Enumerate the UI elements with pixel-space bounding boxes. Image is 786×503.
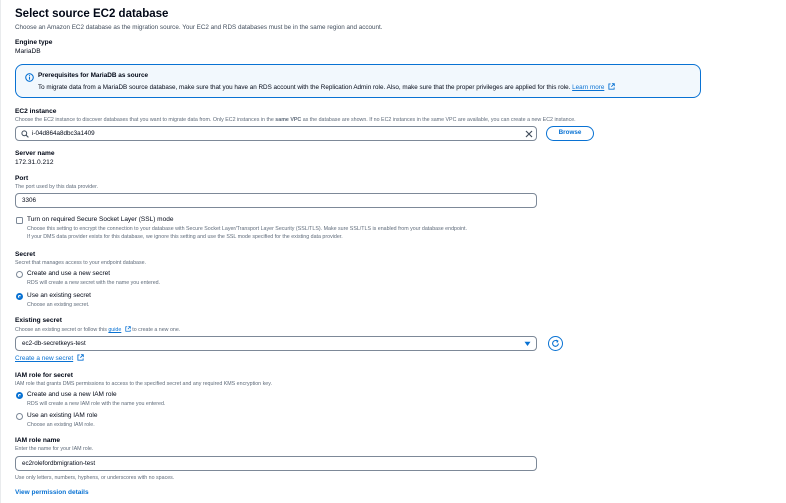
view-permission-details-link[interactable]: View permission details bbox=[15, 489, 89, 496]
engine-type-value: MariaDB bbox=[15, 48, 41, 55]
existing-secret-select[interactable]: ec2-db-secretkeys-test bbox=[15, 336, 537, 351]
migration-source-form: Select source EC2 database Choose an Ama… bbox=[0, 0, 786, 503]
existing-iam-role-label[interactable]: Use an existing IAM role bbox=[27, 412, 97, 419]
ec2-instance-label: EC2 instance bbox=[15, 108, 57, 115]
ec2-desc-suffix: as the database are shown. If no EC2 ins… bbox=[302, 117, 576, 123]
external-link-icon[interactable] bbox=[77, 354, 84, 361]
clear-icon[interactable] bbox=[525, 130, 533, 138]
create-new-secret-link-container: Create a new secret bbox=[15, 354, 84, 362]
port-description: The port used by this data provider. bbox=[15, 184, 99, 190]
create-iam-role-radio[interactable] bbox=[16, 392, 23, 399]
info-icon bbox=[25, 73, 34, 82]
create-iam-role-description: RDS will create a new IAM role with the … bbox=[27, 401, 166, 407]
ssl-description-2: If your DMS data provider exists for thi… bbox=[27, 234, 343, 240]
ssl-checkbox[interactable] bbox=[16, 217, 23, 224]
server-name-label: Server name bbox=[15, 150, 55, 157]
existing-secret-value[interactable]: ec2-db-secretkeys-test bbox=[22, 340, 86, 347]
external-link-icon[interactable] bbox=[125, 326, 131, 332]
server-name-value: 172.31.0.212 bbox=[15, 159, 54, 166]
existing-secret-radio-description: Choose an existing secret. bbox=[27, 302, 90, 308]
iam-role-secret-label: IAM role for secret bbox=[15, 372, 73, 379]
existing-secret-radio-label[interactable]: Use an existing secret bbox=[27, 292, 91, 299]
external-link-icon[interactable] bbox=[608, 83, 615, 90]
page-description: Choose an Amazon EC2 database as the mig… bbox=[15, 24, 383, 31]
iam-role-name-label: IAM role name bbox=[15, 437, 61, 444]
ssl-description-1: Choose this setting to encrypt the conne… bbox=[27, 226, 467, 232]
create-secret-label[interactable]: Create and use a new secret bbox=[27, 270, 110, 277]
existing-secret-radio[interactable] bbox=[16, 293, 23, 300]
search-icon bbox=[21, 130, 29, 138]
create-secret-description: RDS will create a new secret with the na… bbox=[27, 280, 161, 286]
ec2-instance-search-input[interactable]: i-04d864a8dbc3a1409 bbox=[15, 126, 537, 141]
port-input[interactable]: 3306 bbox=[15, 193, 537, 208]
prerequisites-alert: Prerequisites for MariaDB as source To m… bbox=[15, 64, 701, 98]
alert-title: Prerequisites for MariaDB as source bbox=[38, 72, 149, 79]
iam-role-name-hint: Use only letters, numbers, hyphens, or u… bbox=[15, 475, 175, 481]
create-iam-role-label[interactable]: Create and use a new IAM role bbox=[27, 391, 117, 398]
port-value[interactable]: 3306 bbox=[22, 197, 36, 204]
create-secret-radio[interactable] bbox=[16, 271, 23, 278]
refresh-icon[interactable] bbox=[551, 339, 560, 348]
ec2-desc-bold: same VPC bbox=[275, 117, 302, 123]
existing-secret-desc-prefix: Choose an existing secret or follow this bbox=[15, 327, 107, 333]
existing-secret-description: Choose an existing secret or follow this… bbox=[15, 326, 180, 333]
existing-secret-label: Existing secret bbox=[15, 317, 62, 324]
iam-role-name-input[interactable]: ec2rolefordbmigration-test bbox=[15, 456, 537, 471]
secret-label: Secret bbox=[15, 251, 36, 258]
secret-description: Secret that manages access to your endpo… bbox=[15, 260, 147, 266]
page-title: Select source EC2 database bbox=[15, 8, 169, 20]
create-new-secret-link[interactable]: Create a new secret bbox=[15, 355, 73, 362]
learn-more-link[interactable]: Learn more bbox=[572, 84, 604, 91]
iam-role-secret-description: IAM role that grants DMS permissions to … bbox=[15, 381, 272, 387]
iam-role-name-description: Enter the name for your IAM role. bbox=[15, 446, 94, 452]
refresh-button[interactable] bbox=[548, 336, 563, 351]
iam-role-name-value[interactable]: ec2rolefordbmigration-test bbox=[22, 460, 95, 467]
browse-button[interactable]: Browse bbox=[546, 126, 594, 141]
existing-iam-role-radio[interactable] bbox=[16, 413, 23, 420]
engine-type-label: Engine type bbox=[15, 39, 53, 46]
ec2-instance-description: Choose the EC2 instance to discover data… bbox=[15, 117, 576, 123]
ssl-label[interactable]: Turn on required Secure Socket Layer (SS… bbox=[27, 216, 173, 223]
existing-iam-role-description: Choose an existing IAM role. bbox=[27, 422, 95, 428]
caret-down-icon[interactable] bbox=[524, 341, 531, 347]
alert-body: To migrate data from a MariaDB source da… bbox=[38, 83, 615, 91]
ec2-instance-value[interactable]: i-04d864a8dbc3a1409 bbox=[32, 130, 95, 137]
existing-secret-desc-suffix: to create a new one. bbox=[132, 327, 181, 333]
guide-link[interactable]: guide bbox=[108, 327, 121, 333]
port-label: Port bbox=[15, 175, 29, 182]
ec2-desc-prefix: Choose the EC2 instance to discover data… bbox=[15, 117, 274, 123]
alert-body-text: To migrate data from a MariaDB source da… bbox=[38, 84, 571, 91]
form-container: Select source EC2 database Choose an Ama… bbox=[0, 0, 786, 503]
